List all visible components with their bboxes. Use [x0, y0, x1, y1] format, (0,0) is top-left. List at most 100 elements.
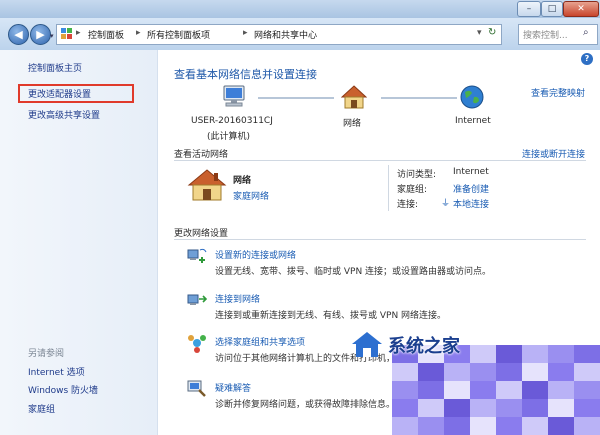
sidebar-item-adapter-settings[interactable]: 更改适配器设置	[28, 87, 91, 100]
task-new-connection-desc: 设置无线、宽带、拨号、临时或 VPN 连接；或设置路由器或访问点。	[215, 267, 492, 277]
address-bar[interactable]: ▸ 控制面板 ▸ 所有控制面板项 ▸ 网络和共享中心 ▾ ↻	[56, 24, 502, 45]
task-troubleshoot[interactable]: 疑难解答	[215, 381, 251, 394]
forward-button[interactable]: ▶	[30, 24, 51, 45]
watermark-text: 系统之家	[388, 336, 460, 357]
search-field[interactable]: 搜索控制... ⌕	[518, 24, 598, 45]
close-button[interactable]: ✕	[563, 1, 599, 17]
sidebar-item-homegroup[interactable]: 家庭组	[28, 402, 55, 415]
homegroup-link[interactable]: 准备创建	[453, 182, 489, 195]
back-button[interactable]: ◀	[8, 24, 29, 45]
mosaic-tile	[574, 399, 600, 417]
page-title: 查看基本网络信息并设置连接	[174, 68, 317, 81]
mosaic-tile	[470, 399, 496, 417]
sidebar-item-home[interactable]: 控制面板主页	[28, 61, 82, 74]
maximize-button[interactable]: □	[541, 1, 563, 17]
mosaic-tile	[470, 381, 496, 399]
chevron-down-icon[interactable]: ▾	[477, 28, 482, 38]
mosaic-tile	[548, 399, 574, 417]
sidebar-item-internet-options[interactable]: Internet 选项	[28, 365, 85, 378]
access-type-label: 访问类型:	[397, 170, 437, 180]
active-networks-heading: 查看活动网络	[174, 150, 229, 160]
internet-node-label: Internet	[455, 116, 491, 126]
mosaic-tile	[470, 417, 496, 435]
task-connect-network[interactable]: 连接到网络	[215, 292, 260, 305]
mosaic-tile	[574, 345, 600, 363]
mosaic-tile	[418, 363, 444, 381]
mosaic-tile	[522, 345, 548, 363]
see-also-title: 另请参阅	[28, 349, 65, 359]
ethernet-icon: ⏚	[441, 199, 451, 209]
mosaic-tile	[496, 363, 522, 381]
mosaic-tile	[470, 363, 496, 381]
connection-line	[258, 97, 334, 99]
network-node-label: 网络	[343, 119, 362, 129]
mosaic-tile	[548, 345, 574, 363]
mosaic-tile	[574, 363, 600, 381]
mosaic-tile	[392, 381, 418, 399]
task-connect-network-desc: 连接到或重新连接到无线、有线、拨号或 VPN 网络连接。	[215, 311, 447, 321]
divider	[174, 239, 586, 240]
mosaic-tile	[522, 363, 548, 381]
computer-name: USER-20160311CJ	[191, 116, 273, 126]
mosaic-tile	[418, 399, 444, 417]
mosaic-tile	[496, 399, 522, 417]
task-new-connection[interactable]: 设置新的连接或网络	[215, 248, 296, 261]
homegroup-label: 家庭组:	[397, 185, 428, 195]
control-panel-icon	[61, 28, 72, 39]
breadcrumb-network-center[interactable]: 网络和共享中心	[254, 28, 317, 41]
mosaic-tile	[392, 363, 418, 381]
recent-pages-icon[interactable]: ▾	[50, 32, 54, 40]
mosaic-tile	[548, 363, 574, 381]
mosaic-tile	[444, 363, 470, 381]
mosaic-tile	[522, 399, 548, 417]
change-settings-heading: 更改网络设置	[174, 229, 229, 239]
mosaic-tile	[574, 381, 600, 399]
network-type-link[interactable]: 家庭网络	[233, 189, 269, 202]
mosaic-tile	[418, 417, 444, 435]
mosaic-tile	[496, 381, 522, 399]
mosaic-tile	[548, 417, 574, 435]
mosaic-tile	[392, 399, 418, 417]
troubleshoot-icon	[187, 380, 206, 397]
mosaic-tile	[418, 381, 444, 399]
internet-globe-icon	[460, 85, 484, 109]
computer-icon	[223, 85, 245, 107]
connect-network-icon	[187, 294, 207, 305]
view-full-map-link[interactable]: 查看完整映射	[531, 86, 585, 99]
task-homegroup[interactable]: 选择家庭组和共享选项	[215, 335, 305, 348]
access-type-value: Internet	[453, 167, 489, 177]
mosaic-tile	[470, 345, 496, 363]
minimize-button[interactable]: –	[517, 1, 541, 17]
mosaic-tile	[496, 417, 522, 435]
computer-sublabel: (此计算机)	[207, 132, 251, 142]
connection-line	[381, 97, 457, 99]
sidebar-item-advanced-sharing[interactable]: 更改高级共享设置	[28, 108, 100, 121]
title-bar: – □ ✕	[0, 0, 600, 18]
task-troubleshoot-desc: 诊断并修复网络问题，或获得故障排除信息。	[215, 400, 396, 410]
breadcrumb-control-panel[interactable]: 控制面板	[88, 28, 124, 41]
help-icon[interactable]: ?	[581, 53, 593, 65]
homegroup-icon	[188, 335, 206, 353]
search-icon[interactable]: ⌕	[583, 27, 589, 38]
mosaic-tile	[574, 417, 600, 435]
mosaic-tile	[496, 345, 522, 363]
address-toolbar: ◀ ▶ ▾ ▸ 控制面板 ▸ 所有控制面板项 ▸ 网络和共享中心 ▾ ↻ 搜索控…	[0, 18, 600, 50]
mosaic-tile	[392, 417, 418, 435]
mosaic-tile	[444, 399, 470, 417]
divider	[174, 160, 586, 161]
refresh-icon[interactable]: ↻	[488, 27, 496, 38]
mosaic-tile	[522, 381, 548, 399]
breadcrumb-all-items[interactable]: 所有控制面板项	[147, 28, 210, 41]
home-network-icon	[187, 169, 227, 201]
watermark-logo-icon	[352, 332, 382, 357]
network-name: 网络	[233, 176, 252, 186]
local-connection-link[interactable]: 本地连接	[453, 197, 489, 210]
sidebar-item-firewall[interactable]: Windows 防火墙	[28, 383, 98, 396]
search-input[interactable]: 搜索控制...	[523, 28, 568, 41]
mosaic-tile	[548, 381, 574, 399]
home-network-icon	[341, 85, 367, 109]
mosaic-tile	[444, 381, 470, 399]
connect-disconnect-link[interactable]: 连接或断开连接	[522, 147, 585, 160]
divider	[388, 165, 389, 211]
mosaic-tile	[522, 417, 548, 435]
